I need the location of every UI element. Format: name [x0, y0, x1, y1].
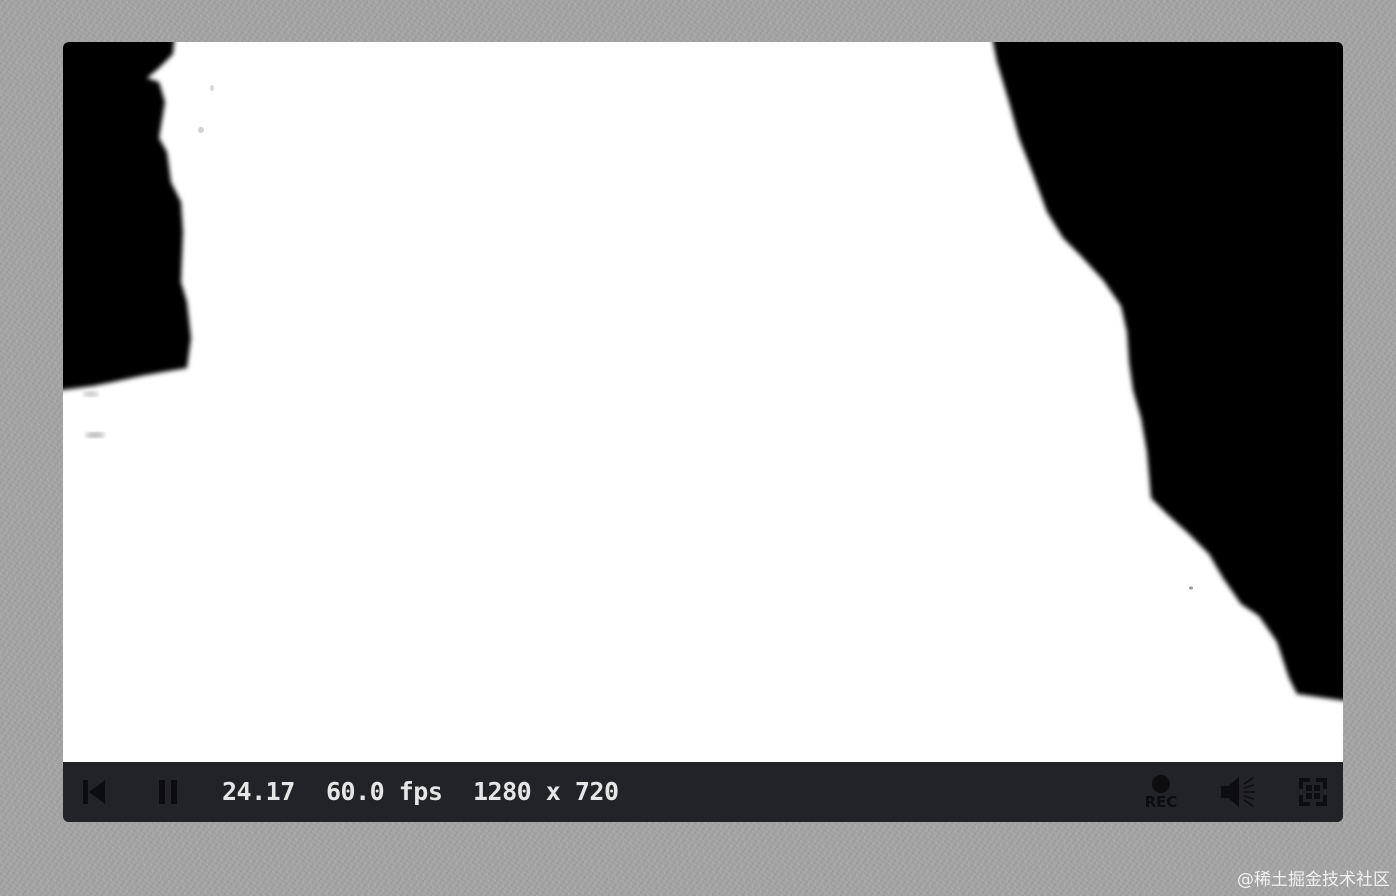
- control-bar: 24.17 60.0 fps 1280 x 720 REC: [63, 762, 1343, 822]
- speck: [1189, 586, 1193, 590]
- pause-button[interactable]: [157, 762, 181, 822]
- rewind-button[interactable]: [81, 762, 107, 822]
- record-label: REC: [1144, 792, 1178, 811]
- fullscreen-button[interactable]: [1297, 762, 1329, 822]
- fps-readout: 60.0 fps: [326, 777, 443, 806]
- canvas-output: [63, 42, 1343, 701]
- watermark: @稀土掘金技术社区: [1237, 870, 1390, 890]
- dark-region-left: [63, 42, 191, 390]
- skip-to-start-icon: [83, 780, 105, 804]
- record-dot: [1152, 774, 1170, 793]
- volume-button[interactable]: [1219, 762, 1259, 822]
- record-button[interactable]: REC: [1139, 762, 1183, 822]
- shader-player: 24.17 60.0 fps 1280 x 720 REC: [63, 42, 1343, 822]
- time-readout: 24.17: [222, 777, 295, 806]
- record-icon: REC: [1144, 774, 1178, 811]
- fullscreen-icon: [1299, 778, 1327, 806]
- speck: [83, 391, 99, 397]
- pause-icon: [159, 780, 177, 804]
- speck: [85, 432, 105, 438]
- dark-region-right: [993, 42, 1343, 701]
- render-canvas[interactable]: [63, 42, 1343, 762]
- speck: [198, 127, 204, 133]
- volume-icon: [1221, 777, 1255, 807]
- speck: [210, 85, 214, 91]
- resolution-readout: 1280 x 720: [473, 777, 619, 806]
